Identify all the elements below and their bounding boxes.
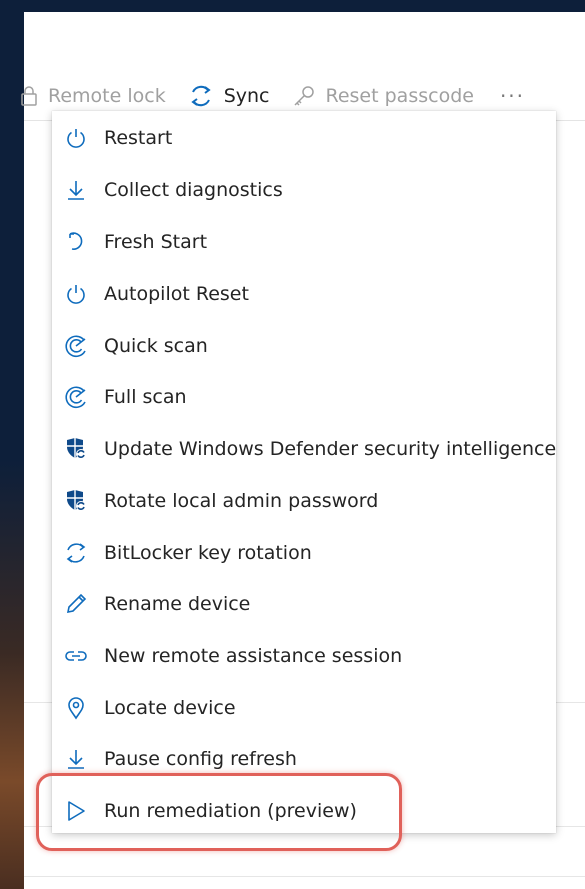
sync-button[interactable]: Sync [188,83,270,109]
menu-item-pause-config-refresh[interactable]: Pause config refresh [52,737,556,781]
link-icon [64,644,88,668]
menu-item-label: Restart [104,127,173,149]
download-icon [64,747,88,771]
menu-item-label: Fresh Start [104,231,208,253]
menu-item-label: Quick scan [104,335,208,357]
download-icon [64,178,88,202]
desktop-background [0,460,24,889]
sync-icon [191,85,211,107]
play-icon [64,799,88,823]
menu-item-rename-device[interactable]: Rename device [52,582,556,626]
location-pin-icon [64,696,88,720]
menu-item-label: Rotate local admin password [104,490,379,512]
menu-item-label: Run remediation (preview) [104,800,357,822]
menu-item-label: Collect diagnostics [104,179,283,201]
menu-item-run-remediation[interactable]: Run remediation (preview) [52,789,556,833]
more-actions-button[interactable]: ··· [500,84,525,108]
menu-item-label: Locate device [104,697,236,719]
more-actions-menu: Restart Collect diagnostics Fresh Start … [52,111,556,833]
sync-label: Sync [223,85,270,107]
menu-item-update-defender[interactable]: Update Windows Defender security intelli… [52,427,556,471]
menu-item-autopilot-reset[interactable]: Autopilot Reset [52,272,556,316]
menu-item-label: New remote assistance session [104,645,403,667]
menu-item-bitlocker-rotation[interactable]: BitLocker key rotation [52,531,556,575]
menu-item-collect-diagnostics[interactable]: Collect diagnostics [52,168,556,212]
menu-item-rotate-admin-password[interactable]: Rotate local admin password [52,479,556,523]
remote-lock-label: Remote lock [48,85,166,107]
menu-item-full-scan[interactable]: Full scan [52,375,556,419]
scan-icon [64,334,88,358]
menu-item-label: Rename device [104,593,251,615]
defender-update-icon [64,489,88,513]
menu-item-fresh-start[interactable]: Fresh Start [52,220,556,264]
power-icon [64,126,88,150]
pencil-icon [64,592,88,616]
content-divider [24,876,585,877]
menu-item-label: Update Windows Defender security intelli… [104,438,557,460]
key-icon [293,86,314,106]
power-icon [64,282,88,306]
lock-icon [21,86,37,106]
reset-passcode-label: Reset passcode [325,85,474,107]
menu-item-quick-scan[interactable]: Quick scan [52,324,556,368]
menu-item-label: Full scan [104,386,187,408]
menu-item-label: Autopilot Reset [104,283,249,305]
scan-icon [64,385,88,409]
undo-icon [64,230,88,254]
menu-item-remote-assistance[interactable]: New remote assistance session [52,634,556,678]
menu-item-restart[interactable]: Restart [52,116,556,160]
remote-lock-button[interactable]: Remote lock [20,85,166,107]
menu-item-label: Pause config refresh [104,748,297,770]
menu-item-locate-device[interactable]: Locate device [52,686,556,730]
menu-item-label: BitLocker key rotation [104,542,312,564]
defender-update-icon [64,437,88,461]
reset-passcode-button[interactable]: Reset passcode [292,84,474,108]
sync-icon [64,541,88,565]
